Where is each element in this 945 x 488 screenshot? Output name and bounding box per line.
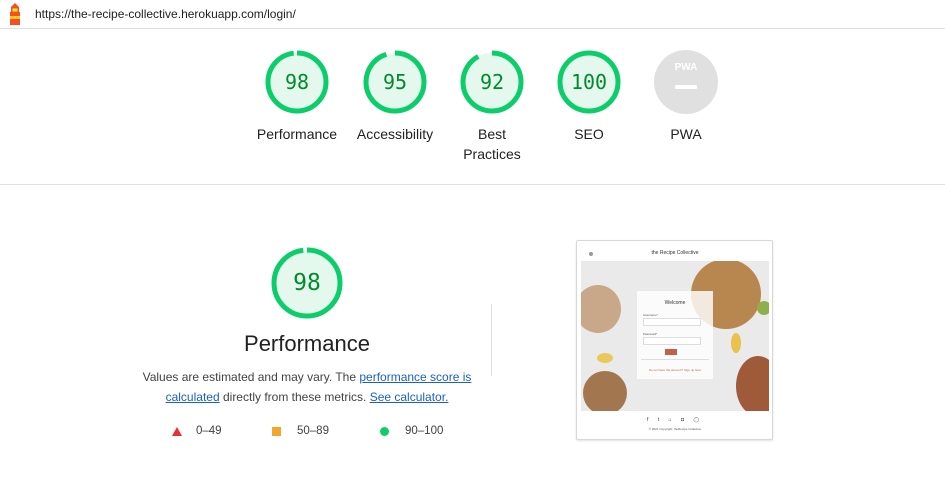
lemon-image (597, 353, 613, 363)
username-field (643, 318, 701, 326)
gauge-label-line: Best (477, 126, 506, 142)
gauge-label-pwa: PWA (670, 126, 702, 142)
banana-image (731, 333, 741, 353)
gauge-label-accessibility: Accessibility (356, 126, 434, 142)
legend-range: 90–100 (405, 425, 444, 437)
password-label: Password* (643, 332, 658, 336)
food-bowl-image (581, 285, 621, 333)
performance-gauge-large: 98 (270, 246, 344, 320)
pass-circle-icon (380, 426, 389, 436)
gauge-label-best-practices: Best Practices (442, 124, 542, 164)
final-screenshot[interactable]: the Recipe Collective Welcome Username* … (576, 240, 773, 440)
gauge-pwa[interactable]: PWA (653, 49, 719, 115)
legend-average: 50–89 (272, 425, 329, 437)
description-text: directly from these metrics. (219, 390, 370, 404)
food-bowl-image (583, 371, 627, 411)
page-url[interactable]: https://the-recipe-collective.herokuapp.… (35, 7, 296, 21)
category-title: Performance (244, 331, 370, 356)
gauge-score: 98 (284, 70, 310, 94)
pwa-badge-icon: PWA (674, 62, 698, 73)
gauge-label-line: Practices (463, 146, 521, 162)
see-calculator-link[interactable]: See calculator. (370, 390, 449, 404)
gauge-seo[interactable]: 100 (556, 49, 622, 115)
lighthouse-icon (10, 3, 20, 25)
login-card: Welcome Username* Password* Do not have … (637, 291, 713, 379)
lime-image (757, 301, 769, 315)
copyright-text: © 2021 Copyright: theRecipe Collective (648, 427, 702, 431)
average-square-icon (272, 426, 281, 436)
screenshot-hero-image: Welcome Username* Password* Do not have … (581, 261, 769, 411)
legend-pass: 90–100 (380, 425, 443, 437)
performance-description: Values are estimated and may vary. The p… (136, 367, 478, 407)
screenshot-site-title: the Recipe Collective (651, 250, 699, 256)
gauge-score: 100 (570, 70, 608, 94)
signup-link: Do not have the account? Sign up here (648, 368, 702, 372)
card-divider (641, 359, 709, 360)
login-button (665, 349, 677, 355)
gauge-label-seo: SEO (574, 126, 604, 142)
screenshot-footer: f t ⌂ ◘ ◯ © 2021 Copyright: theRecipe Co… (581, 413, 769, 435)
social-icons: f t ⌂ ◘ ◯ (647, 417, 703, 423)
description-text: Values are estimated and may vary. The (142, 370, 360, 384)
legend-fail: 0–49 (172, 425, 222, 437)
gauge-score: 92 (479, 70, 505, 94)
section-divider (0, 184, 945, 185)
password-field (643, 337, 701, 345)
screenshot-navbar: the Recipe Collective (581, 247, 769, 261)
food-bowl-image (736, 356, 769, 411)
gauge-label-performance: Performance (256, 126, 338, 142)
gauge-performance[interactable]: 98 (264, 49, 330, 115)
gauge-score: 98 (293, 270, 321, 296)
legend-range: 50–89 (297, 425, 329, 437)
vertical-divider (491, 304, 492, 376)
legend-range: 0–49 (196, 425, 222, 437)
gauge-accessibility[interactable]: 95 (362, 49, 428, 115)
gauge-best-practices[interactable]: 92 (459, 49, 525, 115)
username-label: Username* (643, 313, 659, 317)
report-header: https://the-recipe-collective.herokuapp.… (0, 0, 945, 29)
gauge-score: 95 (382, 70, 408, 94)
login-card-title: Welcome (664, 300, 686, 306)
fail-triangle-icon (172, 426, 182, 436)
